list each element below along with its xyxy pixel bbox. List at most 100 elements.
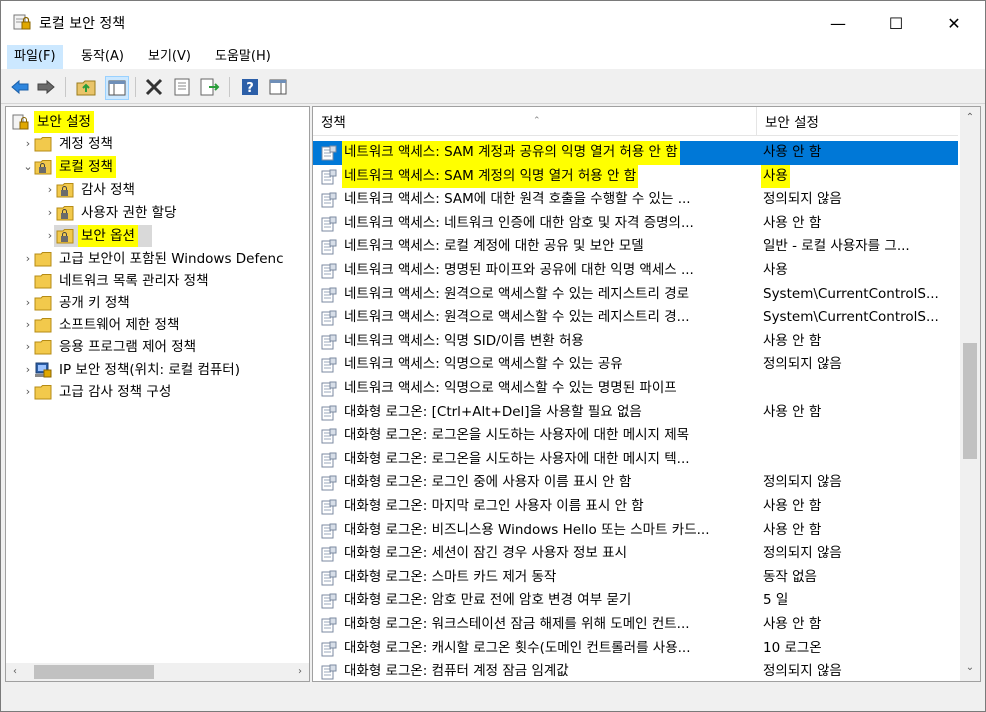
collapsed-chevron-icon[interactable]: › xyxy=(44,179,56,201)
column-setting-label: 보안 설정 xyxy=(765,115,819,131)
scrollbar-thumb[interactable] xyxy=(963,343,977,459)
tree-item[interactable]: › IP 보안 정책(위치: 로컬 컴퓨터) xyxy=(6,359,309,381)
folder-icon xyxy=(34,136,52,152)
tree-item-label: 감사 정책 xyxy=(81,182,135,198)
collapsed-chevron-icon[interactable]: › xyxy=(22,292,34,314)
tree-item[interactable]: ⌄ 로컬 정책 xyxy=(6,156,309,178)
policy-row[interactable]: 네트워크 액세스: 익명으로 액세스할 수 있는 명명된 파이프 xyxy=(313,377,958,401)
menu-file[interactable]: 파일(F) xyxy=(7,45,63,69)
policy-row[interactable]: 대화형 로그온: 로그인 중에 사용자 이름 표시 안 함 정의되지 않음 xyxy=(313,471,958,495)
show-hide-tree-icon[interactable] xyxy=(105,76,129,100)
folder-icon xyxy=(34,251,52,267)
policy-setting: 동작 없음 xyxy=(763,568,817,585)
menu-help[interactable]: 도움말(H) xyxy=(208,45,278,69)
policy-row[interactable]: 대화형 로그온: 암호 만료 전에 암호 변경 여부 묻기 5 일 xyxy=(313,589,958,613)
collapsed-chevron-icon[interactable]: › xyxy=(44,202,56,224)
policy-row[interactable]: 대화형 로그온: 스마트 카드 제거 동작 동작 없음 xyxy=(313,566,958,590)
collapsed-chevron-icon[interactable]: › xyxy=(22,248,34,270)
forward-arrow-icon[interactable] xyxy=(35,76,57,98)
tree-item-label: 공개 키 정책 xyxy=(59,295,130,311)
policy-row[interactable]: 네트워크 액세스: SAM 계정과 공유의 익명 열거 허용 안 함 사용 안 함 xyxy=(313,141,958,165)
policy-row[interactable]: 네트워크 액세스: 명명된 파이프와 공유에 대한 익명 액세스 ... 사용 xyxy=(313,259,958,283)
policy-row[interactable]: 네트워크 액세스: 원격으로 액세스할 수 있는 레지스트리 경... Syste… xyxy=(313,306,958,330)
tree-item[interactable]: › 고급 감사 정책 구성 xyxy=(6,381,309,403)
expanded-chevron-icon[interactable]: ⌄ xyxy=(22,156,34,178)
policy-row[interactable]: 네트워크 액세스: 원격으로 액세스할 수 있는 레지스트리 경로 System\… xyxy=(313,283,958,307)
collapsed-chevron-icon[interactable]: › xyxy=(44,225,56,247)
policy-icon xyxy=(321,593,337,609)
tree-item-label: 고급 보안이 포함된 Windows Defenc xyxy=(59,251,284,267)
policy-setting: 정의되지 않음 xyxy=(763,663,842,680)
tree-item[interactable]: › 보안 옵션 xyxy=(6,225,309,247)
policy-setting: 5 일 xyxy=(763,592,789,609)
delete-icon[interactable] xyxy=(143,76,165,98)
menu-action[interactable]: 동작(A) xyxy=(74,45,131,69)
show-hide-action-pane-icon[interactable] xyxy=(267,76,289,98)
column-policy-label: 정책 xyxy=(321,115,346,131)
policy-row[interactable]: 네트워크 액세스: 익명으로 액세스할 수 있는 공유 정의되지 않음 xyxy=(313,353,958,377)
export-list-icon[interactable] xyxy=(199,76,221,98)
maximize-button[interactable]: ☐ xyxy=(867,1,925,45)
policy-row[interactable]: 대화형 로그온: [Ctrl+Alt+Del]을 사용할 필요 없음 사용 안 함 xyxy=(313,401,958,425)
policy-name: 대화형 로그온: 마지막 로그인 사용자 이름 표시 안 함 xyxy=(344,498,644,514)
minimize-button[interactable]: — xyxy=(809,1,867,45)
ip-security-icon xyxy=(34,362,52,378)
up-folder-icon[interactable] xyxy=(75,76,97,98)
collapsed-chevron-icon[interactable]: › xyxy=(22,381,34,403)
policy-row[interactable]: 네트워크 액세스: 로컬 계정에 대한 공유 및 보안 모델 일반 - 로컬 사용… xyxy=(313,235,958,259)
tree-item-label: 고급 감사 정책 구성 xyxy=(59,384,172,400)
tree-item[interactable]: 네트워크 목록 관리자 정책 xyxy=(6,270,309,292)
folder-icon xyxy=(34,384,52,400)
policy-row[interactable]: 대화형 로그온: 워크스테이션 잠금 해제를 위해 도메인 컨트... 사용 안 … xyxy=(313,613,958,637)
local-security-policy-window: 로컬 보안 정책 — ☐ ✕ 파일(F) 동작(A) 보기(V) 도움말(H) xyxy=(0,0,986,712)
policy-icon xyxy=(321,310,337,326)
policy-row[interactable]: 네트워크 액세스: SAM 계정의 익명 열거 허용 안 함 사용 xyxy=(313,164,958,189)
tree-item[interactable]: › 계정 정책 xyxy=(6,133,309,155)
policy-setting: 사용 안 함 xyxy=(763,521,822,538)
policy-row[interactable]: 대화형 로그온: 세션이 잠긴 경우 사용자 정보 표시 정의되지 않음 xyxy=(313,542,958,566)
policy-row[interactable]: 대화형 로그온: 로그온을 시도하는 사용자에 대한 메시지 제목 xyxy=(313,424,958,448)
collapsed-chevron-icon[interactable]: › xyxy=(22,336,34,358)
policy-row[interactable]: 대화형 로그온: 컴퓨터 계정 잠금 임계값 정의되지 않음 xyxy=(313,660,958,681)
collapsed-chevron-icon[interactable]: › xyxy=(22,314,34,336)
policy-name: 대화형 로그온: 암호 만료 전에 암호 변경 여부 묻기 xyxy=(344,592,632,609)
tree-item[interactable]: › 사용자 권한 할당 xyxy=(6,202,309,224)
policy-row[interactable]: 대화형 로그온: 비즈니스용 Windows Hello 또는 스마트 카드..… xyxy=(313,519,958,543)
scroll-up-icon[interactable]: ⌃ xyxy=(960,109,980,127)
help-icon[interactable]: ? xyxy=(239,76,261,98)
policy-name: 네트워크 액세스: 로컬 계정에 대한 공유 및 보안 모델 xyxy=(344,238,644,255)
scroll-down-icon[interactable]: ⌄ xyxy=(960,659,980,677)
tree-horizontal-scrollbar[interactable]: ‹ › xyxy=(6,663,309,681)
list-vertical-scrollbar[interactable]: ⌃ ⌄ xyxy=(960,107,980,681)
column-header-policy[interactable]: ⌃ 정책 xyxy=(313,107,757,135)
collapsed-chevron-icon[interactable]: › xyxy=(22,133,34,155)
tree-item-label: 네트워크 목록 관리자 정책 xyxy=(59,273,209,289)
scroll-left-icon[interactable]: ‹ xyxy=(6,663,24,681)
properties-icon[interactable] xyxy=(171,76,193,98)
policy-name: 네트워크 액세스: 네트워크 인증에 대한 암호 및 자격 증명의... xyxy=(344,214,694,231)
policy-row[interactable]: 대화형 로그온: 로그온을 시도하는 사용자에 대한 메시지 텍... xyxy=(313,448,958,472)
title-bar: 로컬 보안 정책 — ☐ ✕ xyxy=(1,1,985,45)
tree-item[interactable]: 보안 설정 xyxy=(6,111,309,133)
tree-item[interactable]: › 감사 정책 xyxy=(6,179,309,201)
policy-row[interactable]: 네트워크 액세스: 네트워크 인증에 대한 암호 및 자격 증명의... 사용 안… xyxy=(313,212,958,236)
scroll-right-icon[interactable]: › xyxy=(291,663,309,681)
tree-item[interactable]: › 응용 프로그램 제어 정책 xyxy=(6,336,309,358)
policy-row[interactable]: 대화형 로그온: 마지막 로그인 사용자 이름 표시 안 함 사용 안 함 xyxy=(313,495,958,519)
policy-row[interactable]: 네트워크 액세스: 익명 SID/이름 변환 허용 사용 안 함 xyxy=(313,330,958,354)
locked-folder-icon xyxy=(34,159,52,175)
tree-item[interactable]: › 공개 키 정책 xyxy=(6,292,309,314)
policy-row[interactable]: 네트워크 액세스: SAM에 대한 원격 호출을 수행할 수 있는 ... 정의되… xyxy=(313,188,958,212)
back-arrow-icon[interactable] xyxy=(9,76,31,98)
close-button[interactable]: ✕ xyxy=(925,1,983,45)
scrollbar-thumb[interactable] xyxy=(34,665,154,679)
tree-item[interactable]: › 고급 보안이 포함된 Windows Defenc xyxy=(6,248,309,270)
tree-item[interactable]: › 소프트웨어 제한 정책 xyxy=(6,314,309,336)
column-header: ⌃ 정책 보안 설정 xyxy=(313,107,958,136)
policy-row[interactable]: 대화형 로그온: 캐시할 로그온 횟수(도메인 컨트롤러를 사용... 10 로그… xyxy=(313,637,958,661)
column-header-setting[interactable]: 보안 설정 xyxy=(757,107,958,135)
policy-name: 대화형 로그온: 컴퓨터 계정 잠금 임계값 xyxy=(344,663,569,680)
policy-icon xyxy=(321,523,337,539)
collapsed-chevron-icon[interactable]: › xyxy=(22,359,34,381)
menu-view[interactable]: 보기(V) xyxy=(141,45,198,69)
